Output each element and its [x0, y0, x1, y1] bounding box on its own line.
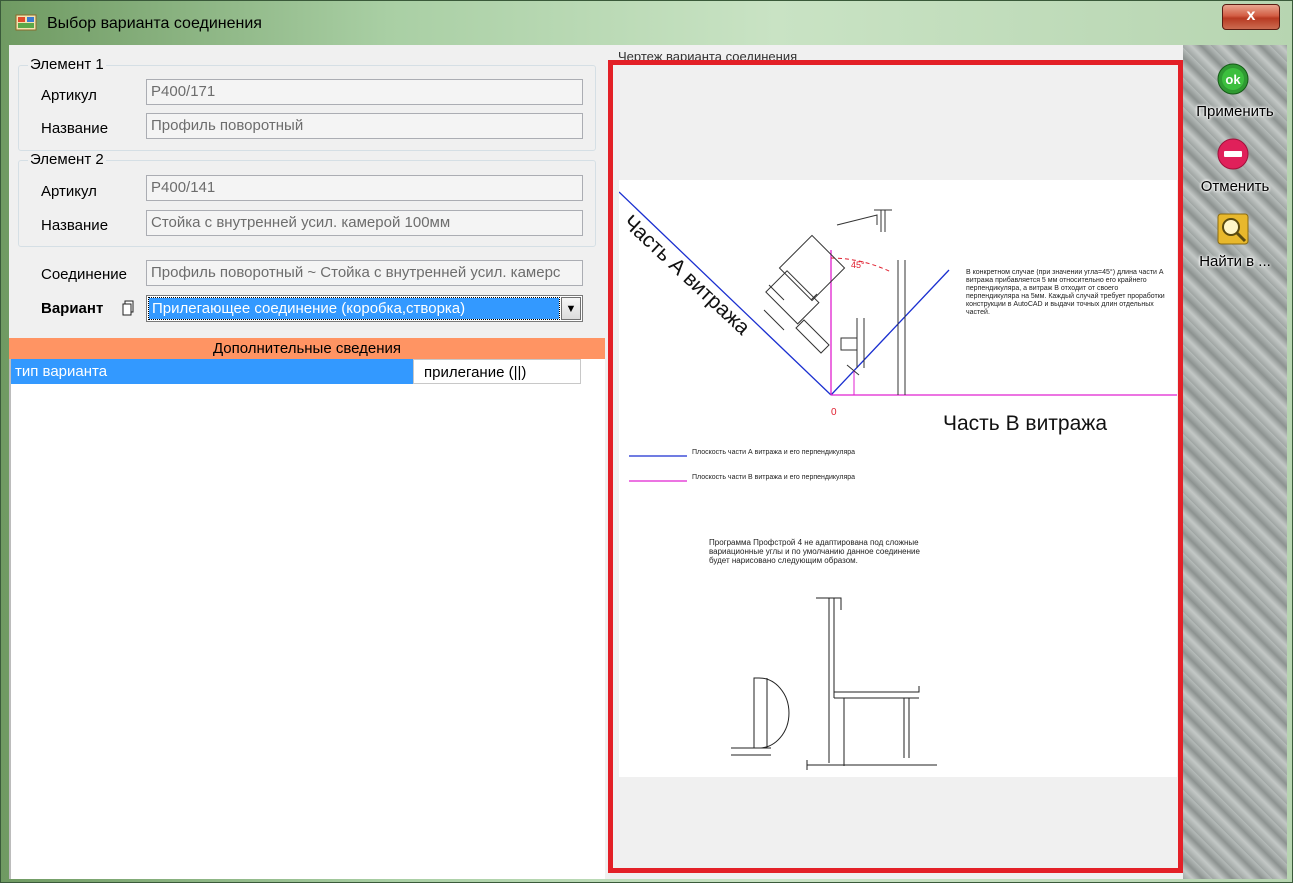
copy-icon[interactable] — [122, 300, 134, 316]
element1-title: Элемент 1 — [28, 56, 106, 73]
legend-blue-box: Плоскость части А витража и его перпенди… — [692, 449, 856, 456]
extra-info-grid: тип варианта прилегание (||) — [9, 359, 605, 879]
window-title: Выбор варианта соединения — [47, 15, 262, 32]
apply-button[interactable]: ok Применить — [1183, 61, 1287, 131]
dialog-window: Выбор варианта соединения x Элемент 1 Ар… — [0, 0, 1293, 883]
action-sidebar: ok Применить Отменить Найти в ... — [1183, 45, 1287, 879]
variant-selected-value: Прилегающее соединение (коробка,створка) — [148, 297, 560, 320]
legend-magenta-box: Плоскость части В витража и его перпенди… — [692, 474, 856, 481]
plane-a-line — [618, 191, 832, 396]
element2-article-field[interactable]: P400/141 — [146, 175, 583, 201]
part-b-label: Часть В витража — [943, 412, 1107, 435]
default-profile-sketch — [731, 597, 937, 770]
close-icon: x — [1246, 7, 1256, 24]
svg-text:ok: ok — [1225, 72, 1241, 87]
chevron-down-icon[interactable]: ▼ — [561, 297, 581, 320]
part-a-label: Часть А витража — [619, 211, 754, 340]
cancel-label: Отменить — [1200, 178, 1270, 195]
cancel-icon — [1217, 138, 1249, 170]
extra-info-header: Дополнительные сведения — [9, 338, 605, 359]
element1-name-field[interactable]: Профиль поворотный — [146, 113, 583, 139]
variant-select[interactable]: Прилегающее соединение (коробка,створка)… — [146, 295, 583, 322]
variant-label: Вариант — [41, 300, 104, 317]
element2-name-label: Название — [41, 217, 109, 234]
legend-magenta-text: Плоскость части В витража и его перпенди… — [692, 474, 856, 481]
note-1-box: В конкретном случае (при значении угла=4… — [966, 269, 1165, 316]
perp-a-line — [830, 269, 950, 396]
cancel-button[interactable]: Отменить — [1183, 136, 1287, 206]
table-row[interactable]: тип варианта прилегание (||) — [11, 359, 581, 384]
find-icon — [1217, 213, 1249, 245]
row-name-cell[interactable]: тип варианта — [11, 359, 413, 384]
connection-field[interactable]: Профиль поворотный ~ Стойка с внутренней… — [146, 260, 583, 286]
drawing-svg: 45° 0 Часть А витража Часть В витража В … — [618, 191, 1177, 770]
close-button[interactable]: x — [1222, 4, 1280, 30]
profile-sketch — [763, 209, 906, 395]
find-label: Найти в ... — [1199, 253, 1271, 270]
element2-article-label: Артикул — [41, 183, 97, 200]
left-panel: Элемент 1 Артикул P400/171 Название Проф… — [9, 45, 605, 879]
preview-frame: 45° 0 Часть А витража Часть В витража В … — [608, 60, 1183, 873]
ok-icon: ok — [1217, 63, 1249, 95]
legend-blue-text: Плоскость части А витража и его перпенди… — [692, 449, 856, 456]
zero-label: 0 — [831, 407, 837, 418]
angle-label: 45° — [851, 260, 865, 270]
client-area: Элемент 1 Артикул P400/171 Название Проф… — [9, 45, 1287, 879]
note-2-box: Программа Профстрой 4 не адаптирована по… — [709, 538, 920, 565]
row-value-cell[interactable]: прилегание (||) — [413, 359, 581, 384]
note-1-text: В конкретном случае (при значении угла=4… — [966, 269, 1165, 316]
element2-name-field[interactable]: Стойка с внутренней усил. камерой 100мм — [146, 210, 583, 236]
find-button[interactable]: Найти в ... — [1183, 211, 1287, 281]
apply-label: Применить — [1196, 103, 1274, 120]
element1-article-field[interactable]: P400/171 — [146, 79, 583, 105]
element2-title: Элемент 2 — [28, 151, 106, 168]
connection-label: Соединение — [41, 266, 127, 283]
connection-drawing: 45° 0 Часть А витража Часть В витража В … — [618, 180, 1177, 777]
app-icon — [15, 14, 37, 31]
note-2-text: Программа Профстрой 4 не адаптирована по… — [709, 538, 920, 565]
title-bar[interactable]: Выбор варианта соединения x — [1, 1, 1292, 45]
element1-name-label: Название — [41, 120, 109, 137]
element1-article-label: Артикул — [41, 87, 97, 104]
